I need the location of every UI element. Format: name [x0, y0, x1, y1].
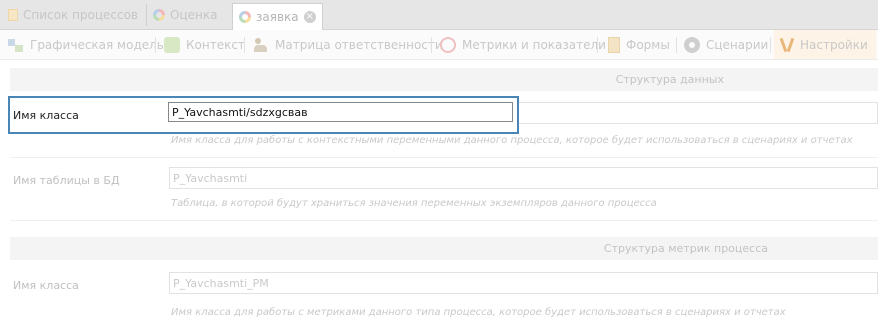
tab-process-list[interactable]: Список процессов [2, 4, 144, 26]
toolbar-divider [770, 37, 771, 53]
toolbar-label: Контекст [186, 37, 245, 52]
class-name-input[interactable]: P_Yavchasmti/sdzxgcвав [168, 102, 513, 122]
toolbar: Графическая модель Контекст Матрица отве… [0, 30, 878, 60]
metrics-class-name-hint: Имя класса для работы с метриками данног… [171, 307, 786, 318]
gauge-icon [440, 36, 456, 53]
toolbar-label: Графическая модель [30, 37, 164, 52]
row-divider [10, 220, 878, 221]
section-title: Структура метрик процесса [603, 242, 768, 255]
toolbar-label: Матрица ответственности [275, 37, 443, 52]
toolbar-responsibility-matrix[interactable]: Матрица ответственности [253, 30, 443, 59]
toolbar-divider [597, 37, 598, 53]
ring-icon [153, 9, 165, 21]
toolbar-divider [244, 37, 245, 53]
toolbar-divider [676, 37, 677, 53]
close-icon[interactable]: × [303, 11, 316, 23]
section-header-metrics-structure: Структура метрик процесса [10, 237, 878, 260]
table-name-hint: Таблица, в которой будут храниться значе… [171, 198, 657, 209]
people-icon [253, 37, 269, 53]
toolbar-label: Сценарии [706, 37, 769, 52]
section-title: Структура данных [615, 73, 724, 86]
toolbar-scenarios[interactable]: Сценарии [684, 30, 768, 59]
section-header-data-structure: Структура данных [10, 68, 878, 91]
class-name-hint: Имя класса для работы с контекстными пер… [171, 135, 853, 146]
tab-evaluation[interactable]: Оценка [146, 4, 223, 26]
toolbar-forms[interactable]: Формы [608, 30, 670, 59]
form-icon [608, 36, 620, 53]
metrics-class-name-label: Имя класса [13, 279, 79, 292]
toolbar-label: Настройки [800, 37, 868, 52]
tab-label: Оценка [170, 8, 218, 22]
toolbar-label: Формы [626, 37, 670, 52]
tab-bar: Список процессов Оценка заявка × [0, 0, 878, 30]
row-divider [10, 157, 878, 158]
toolbar-graphic-model[interactable]: Графическая модель [8, 30, 164, 59]
toolbar-label: Метрики и показатели [462, 37, 606, 52]
toolbar-divider [431, 37, 432, 53]
metrics-class-name-input[interactable]: P_Yavchasmti_PM [169, 272, 878, 294]
class-name-label: Имя класса [13, 109, 79, 122]
toolbar-context[interactable]: Контекст [164, 30, 245, 59]
table-name-input[interactable]: P_Yavchasmti [169, 167, 878, 189]
table-name-label: Имя таблицы в БД [13, 174, 120, 187]
toolbar-metrics[interactable]: Метрики и показатели [440, 30, 606, 59]
tab-label: заявка [256, 10, 299, 24]
toolbar-settings[interactable]: Настройки [774, 30, 876, 59]
tab-request[interactable]: заявка × [232, 3, 323, 30]
gear-icon [684, 36, 700, 53]
puzzle-icon [164, 36, 180, 53]
ring-icon [239, 11, 251, 23]
document-icon [8, 9, 18, 21]
tools-icon [780, 37, 794, 53]
tab-label: Список процессов [23, 8, 138, 22]
toolbar-divider [155, 37, 156, 53]
graph-icon [8, 37, 24, 53]
